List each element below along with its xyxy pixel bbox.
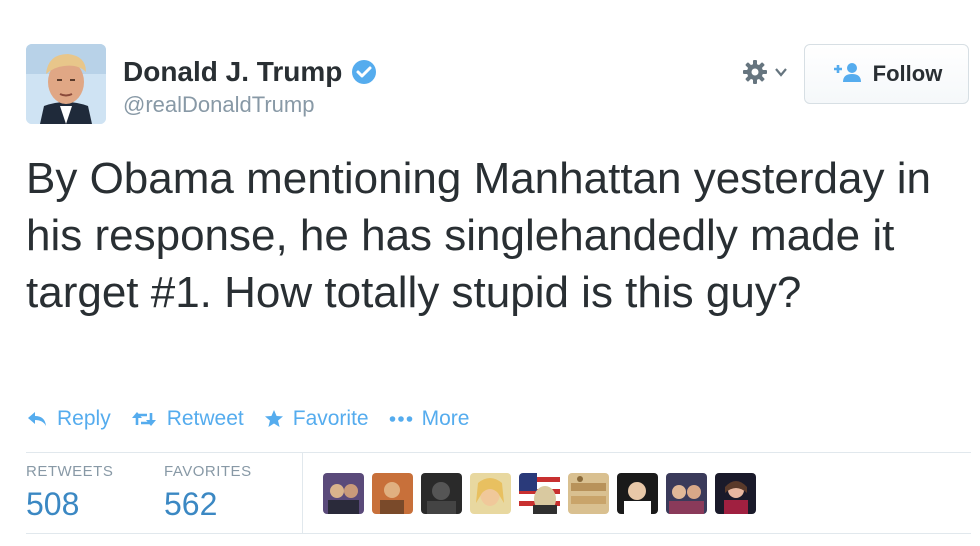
tweet-stats: RETWEETS 508 FAVORITES 562	[26, 452, 971, 534]
gear-icon	[742, 59, 768, 90]
reply-button[interactable]: Reply	[26, 407, 111, 431]
retweets-stat[interactable]: RETWEETS 508	[26, 463, 113, 523]
more-dots-icon	[389, 414, 413, 424]
stats-divider	[302, 453, 303, 533]
favoriter-avatar[interactable]	[617, 473, 658, 514]
reply-icon	[26, 410, 48, 428]
tweet-actions: Reply Retweet Favorite More	[26, 404, 469, 434]
favoriter-avatars	[323, 473, 764, 514]
user-actions-menu[interactable]	[742, 59, 788, 90]
more-label: More	[421, 407, 470, 430]
retweet-icon	[131, 410, 157, 428]
favoriter-avatar[interactable]	[666, 473, 707, 514]
display-name-text[interactable]: Donald J. Trump	[123, 56, 342, 88]
follow-button-label: Follow	[872, 61, 943, 86]
favoriter-avatar[interactable]	[519, 473, 560, 514]
favorite-button[interactable]: Favorite	[264, 407, 369, 431]
favorite-label: Favorite	[292, 407, 369, 430]
retweet-button[interactable]: Retweet	[131, 407, 244, 431]
favorites-stat[interactable]: FAVORITES 562	[164, 463, 252, 523]
follow-user-icon	[831, 61, 863, 88]
retweet-label: Retweet	[166, 407, 244, 430]
favoriter-avatar[interactable]	[323, 473, 364, 514]
retweets-label: RETWEETS	[26, 463, 114, 480]
favoriter-avatar[interactable]	[372, 473, 413, 514]
star-icon	[264, 409, 284, 429]
favoriter-avatar[interactable]	[568, 473, 609, 514]
follow-button[interactable]: Follow	[804, 44, 969, 104]
tweet-text: By Obama mentioning Manhattan yesterday …	[26, 154, 931, 317]
favorites-label: FAVORITES	[164, 463, 252, 480]
display-name[interactable]: Donald J. Trump	[123, 56, 377, 88]
retweets-count: 508	[26, 486, 80, 522]
favorites-count: 562	[164, 486, 218, 522]
user-handle[interactable]: @realDonaldTrump	[123, 92, 314, 118]
favoriter-avatar[interactable]	[470, 473, 511, 514]
verified-badge-icon	[351, 59, 377, 85]
reply-label: Reply	[57, 407, 111, 430]
more-button[interactable]: More	[389, 407, 470, 431]
favoriter-avatar[interactable]	[715, 473, 756, 514]
avatar[interactable]	[26, 44, 106, 124]
chevron-down-icon	[774, 65, 788, 84]
favoriter-avatar[interactable]	[421, 473, 462, 514]
